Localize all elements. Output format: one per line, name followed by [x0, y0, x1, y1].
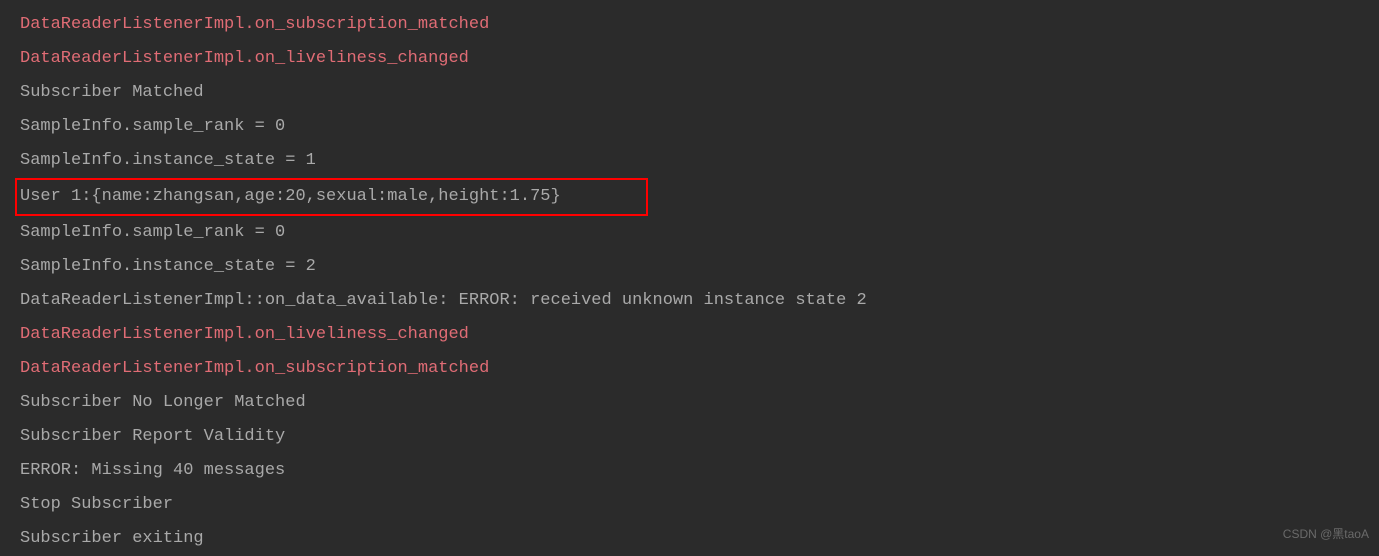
console-line: DataReaderListenerImpl::on_data_availabl… — [20, 284, 1379, 318]
console-line: DataReaderListenerImpl.on_liveliness_cha… — [20, 42, 1379, 76]
console-line: SampleInfo.sample_rank = 0 — [20, 110, 1379, 144]
console-line: Subscriber No Longer Matched — [20, 386, 1379, 420]
console-line: Subscriber Report Validity — [20, 420, 1379, 454]
console-line: DataReaderListenerImpl.on_subscription_m… — [20, 8, 1379, 42]
highlighted-box: User 1:{name:zhangsan,age:20,sexual:male… — [15, 178, 648, 216]
console-line: User 1:{name:zhangsan,age:20,sexual:male… — [20, 178, 1379, 216]
watermark-text: CSDN @黑taoA — [1283, 525, 1369, 542]
console-line: ERROR: Missing 40 messages — [20, 454, 1379, 488]
console-line: SampleInfo.instance_state = 2 — [20, 250, 1379, 284]
console-line: DataReaderListenerImpl.on_subscription_m… — [20, 352, 1379, 386]
console-line: SampleInfo.sample_rank = 0 — [20, 216, 1379, 250]
console-line: Stop Subscriber — [20, 488, 1379, 522]
console-line: DataReaderListenerImpl.on_liveliness_cha… — [20, 318, 1379, 352]
console-line: SampleInfo.instance_state = 1 — [20, 144, 1379, 178]
console-output: DataReaderListenerImpl.on_subscription_m… — [20, 8, 1379, 556]
console-line: Subscriber exiting — [20, 522, 1379, 556]
console-line: Subscriber Matched — [20, 76, 1379, 110]
